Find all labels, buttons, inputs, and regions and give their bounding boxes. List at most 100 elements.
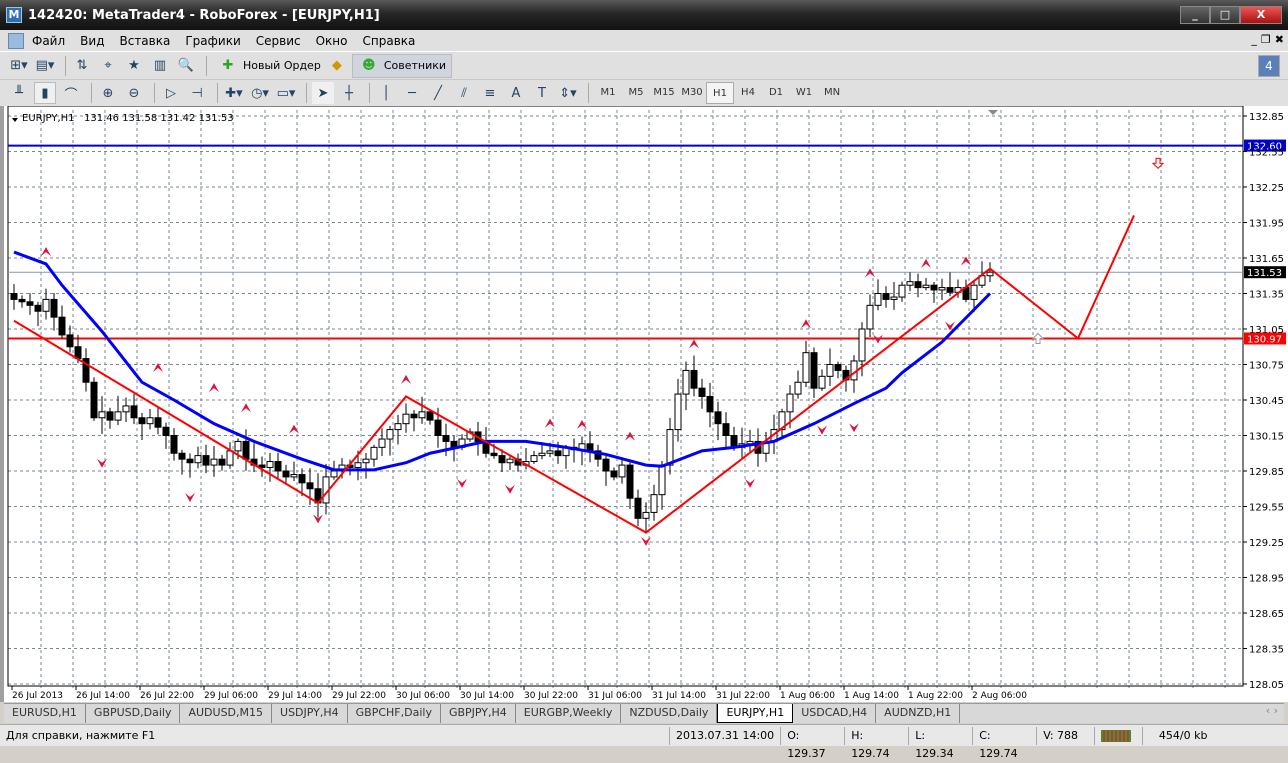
chart-window-icon[interactable] <box>8 32 24 49</box>
tab-scroll-arrows-icon[interactable]: ‹ › <box>1260 704 1284 723</box>
chart-tab[interactable]: GBPJPY,H4 <box>441 704 516 723</box>
bear-candle <box>946 287 954 293</box>
vertical-line-icon[interactable]: │ <box>375 82 397 104</box>
candlestick-icon[interactable]: ▮ <box>34 82 56 104</box>
maximize-button[interactable]: □ <box>1210 6 1240 24</box>
x-tick-label: 26 Jul 14:00 <box>76 691 130 701</box>
bull-candle <box>538 452 546 457</box>
chart-tab[interactable]: GBPCHF,Daily <box>348 704 441 723</box>
y-tick-label: 129.55 <box>1249 503 1284 514</box>
cursor-icon[interactable]: ➤ <box>312 82 334 104</box>
chart-menu-triangle-icon <box>12 118 18 122</box>
experts-button[interactable]: ☻ Советники <box>351 53 453 78</box>
chart-window[interactable]: 131.53 130.97 132.60 2 Aug 06:00 1 Aug 22:00… <box>0 105 1288 702</box>
chart-tab[interactable]: AUDNZD,H1 <box>876 704 961 723</box>
chart-info-ohlc: 131.46 131.58 131.42 131.53 <box>84 113 234 124</box>
bull-candle <box>682 369 690 395</box>
bear-candle <box>882 293 890 300</box>
tf-d1[interactable]: D1 <box>762 82 790 104</box>
bull-candle <box>330 470 338 478</box>
bull-candle <box>658 464 666 496</box>
data-window-icon[interactable]: ⌖ <box>97 55 119 77</box>
chart-tab[interactable]: NZDUSD,Daily <box>621 704 718 723</box>
chart-tab[interactable]: USDCAD,H4 <box>793 704 877 723</box>
tf-w1[interactable]: W1 <box>790 82 818 104</box>
fractal-up-icon <box>625 431 635 441</box>
templates-icon[interactable]: ▭▾ <box>275 82 297 104</box>
bull-candle <box>906 281 914 286</box>
tf-mn[interactable]: MN <box>818 82 846 104</box>
profiles-icon[interactable]: ▤▾ <box>34 55 56 77</box>
text-label-icon[interactable]: T <box>531 82 553 104</box>
chart-tab[interactable]: USDJPY,H4 <box>272 704 348 723</box>
autoscroll-icon[interactable]: ▷ <box>160 82 182 104</box>
tf-h1[interactable]: H1 <box>706 82 734 104</box>
fractal-down-icon <box>817 425 827 435</box>
equidistant-channel-icon[interactable]: ⫽ <box>453 82 475 104</box>
menu-view[interactable]: Вид <box>80 34 104 48</box>
zoom-in-icon[interactable]: ⊕ <box>97 82 119 104</box>
fractal-down-icon <box>505 484 515 494</box>
chart-tab[interactable]: EURUSD,H1 <box>4 704 86 723</box>
text-icon[interactable]: A <box>505 82 527 104</box>
chart-tab[interactable]: AUDUSD,M15 <box>180 704 273 723</box>
menu-tools[interactable]: Сервис <box>256 34 301 48</box>
strategy-tester-icon[interactable]: 🔍 <box>175 55 197 77</box>
bear-candle <box>170 435 178 454</box>
chart-shift-icon[interactable]: ⊣ <box>186 82 208 104</box>
fractal-up-icon <box>921 258 931 268</box>
tf-m1[interactable]: M1 <box>594 82 622 104</box>
bear-candle <box>66 334 74 348</box>
periods-icon[interactable]: ◷▾ <box>249 82 271 104</box>
menu-insert[interactable]: Вставка <box>119 34 170 48</box>
new-chart-icon[interactable]: ⊞▾ <box>8 55 30 77</box>
menu-charts[interactable]: Графики <box>185 34 240 48</box>
y-tick-label: 132.25 <box>1249 183 1284 194</box>
arrows-icon[interactable]: ⇕▾ <box>557 82 579 104</box>
y-tick-label: 132.55 <box>1249 148 1284 159</box>
window-title: 142420: MetaTrader4 - RoboForex - [EURJP… <box>28 7 380 23</box>
zoom-out-icon[interactable]: ⊖ <box>123 82 145 104</box>
new-order-button[interactable]: ✚ Новый Ордер <box>212 54 326 78</box>
chart-tab[interactable]: EURJPY,H1 <box>717 704 794 723</box>
fibonacci-icon[interactable]: ≡ <box>479 82 501 104</box>
bull-candle <box>546 450 554 454</box>
bull-candle <box>826 364 834 377</box>
crosshair-icon[interactable]: ┼ <box>338 82 360 104</box>
bear-candle <box>554 450 562 457</box>
bear-candle <box>306 482 314 490</box>
bar-chart-icon[interactable]: ╨ <box>8 82 30 104</box>
notifications-badge[interactable]: 4 <box>1258 55 1280 77</box>
bear-candle <box>218 458 226 466</box>
horizontal-line-icon[interactable]: ─ <box>401 82 423 104</box>
menu-file[interactable]: Файл <box>32 34 65 48</box>
status-time: 2013.07.31 14:00 <box>670 726 782 745</box>
tf-m30[interactable]: M30 <box>678 82 706 104</box>
market-watch-icon[interactable]: ⇅ <box>71 55 93 77</box>
bull-candle <box>970 284 978 300</box>
trendline-icon[interactable]: ╱ <box>427 82 449 104</box>
tf-h4[interactable]: H4 <box>734 82 762 104</box>
line-chart-icon[interactable]: ⌒ <box>60 82 82 104</box>
terminal-icon[interactable]: ▥ <box>149 55 171 77</box>
indicators-icon[interactable]: ✚▾ <box>223 82 245 104</box>
close-button[interactable]: X <box>1240 6 1282 24</box>
tf-m15[interactable]: M15 <box>650 82 678 104</box>
chart-tab[interactable]: GBPUSD,Daily <box>86 704 181 723</box>
minimize-button[interactable]: _ <box>1180 6 1210 24</box>
price-chart[interactable]: 131.53130.97132.602 Aug 06:001 Aug 22:00… <box>4 105 1288 702</box>
navigator-icon[interactable]: ★ <box>123 55 145 77</box>
bull-candle <box>650 494 658 513</box>
tf-m5[interactable]: M5 <box>622 82 650 104</box>
menu-window[interactable]: Окно <box>316 34 348 48</box>
menu-help[interactable]: Справка <box>363 34 416 48</box>
x-tick-label: 29 Jul 14:00 <box>268 691 322 701</box>
mdi-close-icon[interactable]: ✖ <box>1275 33 1284 46</box>
x-tick-label: 30 Jul 22:00 <box>524 691 578 701</box>
mdi-minimize-icon[interactable]: _ <box>1251 33 1257 46</box>
y-tick-label: 128.05 <box>1249 680 1284 691</box>
mdi-restore-icon[interactable]: ❐ <box>1261 33 1271 46</box>
bull-candle <box>42 298 50 312</box>
chart-tab[interactable]: EURGBP,Weekly <box>516 704 622 723</box>
warning-icon[interactable]: ◆ <box>326 55 348 77</box>
